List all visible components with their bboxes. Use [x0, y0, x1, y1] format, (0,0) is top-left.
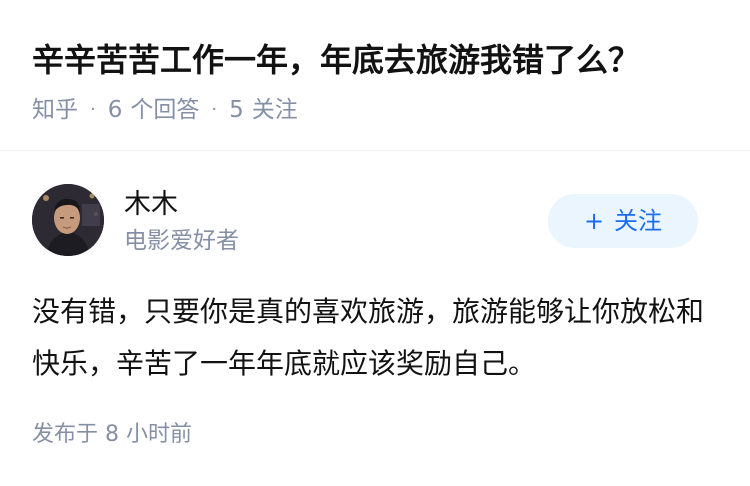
- meta-separator: ·: [90, 99, 96, 120]
- follow-button-label: 关注: [614, 207, 663, 235]
- author-row: 木木 电影爱好者 + 关注: [32, 184, 718, 258]
- answers-count: 6: [107, 97, 123, 123]
- followers-label[interactable]: 关注: [252, 92, 298, 128]
- followers-count: 5: [229, 97, 244, 123]
- published-time: 8 小时前: [105, 422, 193, 447]
- answers-label[interactable]: 个回答: [130, 92, 199, 128]
- published-label: 发布于: [32, 422, 99, 447]
- answer-footer: 发布于 8 小时前: [32, 418, 192, 452]
- answer-content[interactable]: 没有错，只要你是真的喜欢旅游，旅游能够让你放松和快乐，辛苦了一年年底就应该奖励自…: [32, 286, 722, 390]
- user-avatar-icon: [32, 184, 104, 256]
- source-label[interactable]: 知乎: [32, 92, 78, 128]
- meta-separator: ·: [211, 99, 218, 120]
- author-bio: 电影爱好者: [124, 228, 239, 254]
- follow-button[interactable]: + 关注: [548, 194, 698, 248]
- question-title[interactable]: 辛辛苦苦工作一年，年底去旅游我错了么？: [32, 36, 732, 84]
- section-divider: [0, 150, 750, 151]
- question-meta: 知乎 · 6 个回答 · 5 关注: [32, 92, 298, 128]
- avatar[interactable]: [32, 184, 104, 256]
- plus-icon: +: [583, 207, 605, 235]
- author-name[interactable]: 木木: [124, 186, 178, 224]
- question-header: 辛辛苦苦工作一年，年底去旅游我错了么？ 知乎 · 6 个回答 · 5 关注: [0, 0, 750, 150]
